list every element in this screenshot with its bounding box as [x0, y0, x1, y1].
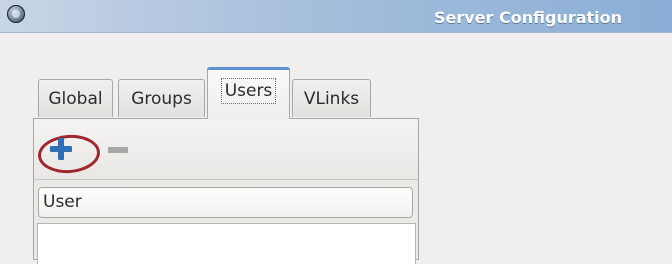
window-titlebar[interactable]: Server Configuration [0, 0, 672, 33]
remove-user-button[interactable] [108, 147, 128, 153]
tab-vlinks-label: VLinks [303, 89, 360, 109]
tab-users-label: Users [220, 78, 277, 104]
users-panel: User [33, 118, 419, 264]
tab-groups-label: Groups [131, 89, 192, 109]
users-list[interactable] [37, 223, 416, 264]
tab-global-label: Global [48, 89, 103, 109]
add-user-button[interactable] [48, 136, 74, 162]
app-orb-icon[interactable] [7, 5, 25, 23]
tab-global[interactable]: Global [38, 79, 113, 117]
users-toolbar [34, 119, 418, 180]
tab-groups[interactable]: Groups [118, 79, 205, 117]
user-column-header[interactable]: User [38, 187, 413, 218]
tab-users[interactable]: Users [207, 67, 290, 119]
tab-vlinks[interactable]: VLinks [292, 79, 371, 117]
window-title: Server Configuration [434, 8, 623, 27]
